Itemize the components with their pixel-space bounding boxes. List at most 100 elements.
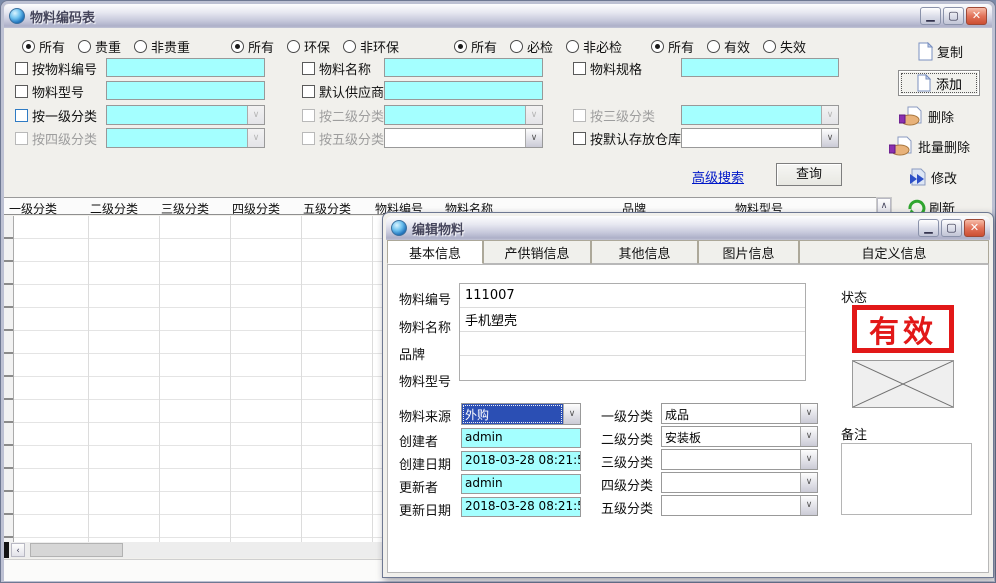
radio-not-eco[interactable]: 非环保 bbox=[343, 37, 399, 56]
filter-item-spec-input[interactable] bbox=[681, 58, 839, 77]
batch-delete-button[interactable]: 批量删除 bbox=[889, 136, 970, 156]
radio-icon bbox=[22, 40, 35, 53]
checkbox-icon[interactable] bbox=[302, 62, 315, 75]
radio-all-env[interactable]: 所有 bbox=[231, 37, 274, 56]
column-header[interactable]: 五级分类 bbox=[303, 200, 351, 217]
scroll-left-icon[interactable]: ‹ bbox=[11, 543, 25, 557]
main-titlebar[interactable]: 物料编码表 ▁ ▢ ✕ bbox=[4, 4, 992, 28]
copy-button[interactable]: 复制 bbox=[917, 42, 963, 61]
maximize-button[interactable]: ▢ bbox=[941, 219, 962, 237]
cat3-select[interactable]: ∨ bbox=[661, 449, 818, 470]
radio-eco[interactable]: 环保 bbox=[287, 37, 330, 56]
radio-not-valuable[interactable]: 非贵重 bbox=[134, 37, 190, 56]
window-title: 物料编码表 bbox=[30, 7, 95, 26]
checkbox-icon[interactable] bbox=[15, 109, 28, 122]
column-header[interactable]: 一级分类 bbox=[9, 200, 57, 217]
modify-button[interactable]: 修改 bbox=[908, 168, 957, 187]
env-filter-group: 所有 环保 非环保 bbox=[231, 37, 399, 56]
radio-must-inspect[interactable]: 必检 bbox=[510, 37, 553, 56]
item-name-label: 物料名称 bbox=[399, 317, 451, 336]
filter-cat2-select: ∨ bbox=[384, 105, 543, 125]
filter-warehouse-select[interactable]: ∨ bbox=[681, 128, 839, 148]
minimize-button[interactable]: ▁ bbox=[920, 7, 941, 25]
radio-not-inspect[interactable]: 非必检 bbox=[566, 37, 622, 56]
scrollbar-thumb[interactable] bbox=[30, 543, 123, 557]
dropdown-arrow-icon[interactable]: ∨ bbox=[800, 404, 817, 423]
delete-button[interactable]: 删除 bbox=[899, 106, 954, 126]
updater-field: admin bbox=[461, 474, 581, 494]
tab-basic-info[interactable]: 基本信息 bbox=[387, 240, 483, 264]
checkbox-icon[interactable] bbox=[573, 62, 586, 75]
radio-valid[interactable]: 有效 bbox=[707, 37, 750, 56]
cat4-select[interactable]: ∨ bbox=[661, 472, 818, 493]
maximize-button[interactable]: ▢ bbox=[943, 7, 964, 25]
radio-valuable[interactable]: 贵重 bbox=[78, 37, 121, 56]
cat2-select[interactable]: 安装板∨ bbox=[661, 426, 818, 447]
cat5-label: 五级分类 bbox=[601, 498, 653, 517]
close-button[interactable]: ✕ bbox=[966, 7, 987, 25]
remark-textarea[interactable] bbox=[841, 443, 972, 515]
tab-picture-info[interactable]: 图片信息 bbox=[698, 240, 799, 264]
checkbox-icon[interactable] bbox=[15, 62, 28, 75]
checkbox-icon[interactable] bbox=[15, 85, 28, 98]
creator-label: 创建者 bbox=[399, 431, 438, 450]
dropdown-arrow-icon[interactable]: ∨ bbox=[821, 129, 838, 147]
status-stamp: 有效 bbox=[852, 305, 954, 353]
radio-all-valid[interactable]: 所有 bbox=[651, 37, 694, 56]
inspect-filter-group: 所有 必检 非必检 bbox=[454, 37, 622, 56]
filter-item-model-input[interactable] bbox=[106, 81, 265, 100]
add-button[interactable]: 添加 bbox=[898, 70, 980, 96]
dropdown-arrow-icon[interactable]: ∨ bbox=[800, 427, 817, 446]
filter-item-no-input[interactable] bbox=[106, 58, 265, 77]
radio-invalid[interactable]: 失效 bbox=[763, 37, 806, 56]
dropdown-arrow-icon[interactable]: ∨ bbox=[800, 450, 817, 469]
cat4-label: 四级分类 bbox=[601, 475, 653, 494]
dropdown-arrow-icon[interactable]: ∨ bbox=[563, 404, 580, 424]
update-date-label: 更新日期 bbox=[399, 500, 451, 519]
filter-by-default-warehouse[interactable]: 按默认存放仓库 bbox=[573, 130, 681, 146]
dropdown-arrow-icon[interactable]: ∨ bbox=[247, 106, 264, 124]
radio-icon bbox=[287, 40, 300, 53]
radio-all-value[interactable]: 所有 bbox=[22, 37, 65, 56]
model-input[interactable] bbox=[460, 356, 805, 380]
column-header[interactable]: 二级分类 bbox=[90, 200, 138, 217]
brand-input[interactable] bbox=[460, 332, 805, 356]
model-label: 物料型号 bbox=[399, 371, 451, 390]
item-name-input[interactable] bbox=[460, 308, 805, 332]
item-no-input[interactable] bbox=[460, 284, 805, 308]
source-select[interactable]: 外购 ∨ bbox=[461, 403, 581, 425]
filter-item-name-input[interactable] bbox=[384, 58, 543, 77]
tab-other-info[interactable]: 其他信息 bbox=[591, 240, 698, 264]
column-header[interactable]: 三级分类 bbox=[161, 200, 209, 217]
tab-custom-info[interactable]: 自定义信息 bbox=[799, 240, 989, 264]
checkbox-icon[interactable] bbox=[302, 85, 315, 98]
radio-icon bbox=[231, 40, 244, 53]
dialog-titlebar[interactable]: 编辑物料 ▁ ▢ ✕ bbox=[386, 216, 990, 240]
filter-item-name[interactable]: 物料名称 bbox=[302, 60, 371, 76]
close-button[interactable]: ✕ bbox=[964, 219, 985, 237]
dropdown-arrow-icon[interactable]: ∨ bbox=[800, 473, 817, 492]
cat1-select[interactable]: 成品∨ bbox=[661, 403, 818, 424]
filter-by-item-no[interactable]: 按物料编号 bbox=[15, 60, 97, 76]
cat5-select[interactable]: ∨ bbox=[661, 495, 818, 516]
cat1-label: 一级分类 bbox=[601, 406, 653, 425]
filter-default-supplier-input[interactable] bbox=[384, 81, 543, 100]
column-header[interactable]: 四级分类 bbox=[232, 200, 280, 217]
filter-item-model[interactable]: 物料型号 bbox=[15, 83, 84, 99]
filter-default-supplier[interactable]: 默认供应商 bbox=[302, 83, 384, 99]
column-divider bbox=[230, 216, 231, 542]
radio-all-inspect[interactable]: 所有 bbox=[454, 37, 497, 56]
tab-supply-info[interactable]: 产供销信息 bbox=[483, 240, 591, 264]
minimize-button[interactable]: ▁ bbox=[918, 219, 939, 237]
filter-cat5-select[interactable]: ∨ bbox=[384, 128, 543, 148]
scroll-up-icon[interactable]: ∧ bbox=[877, 198, 891, 213]
query-button[interactable]: 查询 bbox=[776, 163, 842, 186]
dropdown-arrow-icon[interactable]: ∨ bbox=[525, 129, 542, 147]
status-label: 状态 bbox=[841, 287, 867, 306]
filter-cat1-select[interactable]: ∨ bbox=[106, 105, 265, 125]
checkbox-icon[interactable] bbox=[573, 132, 586, 145]
filter-item-spec[interactable]: 物料规格 bbox=[573, 60, 642, 76]
dropdown-arrow-icon[interactable]: ∨ bbox=[800, 496, 817, 515]
advanced-search-link[interactable]: 高级搜索 bbox=[692, 167, 744, 186]
filter-by-cat1[interactable]: 按一级分类 bbox=[15, 107, 97, 123]
